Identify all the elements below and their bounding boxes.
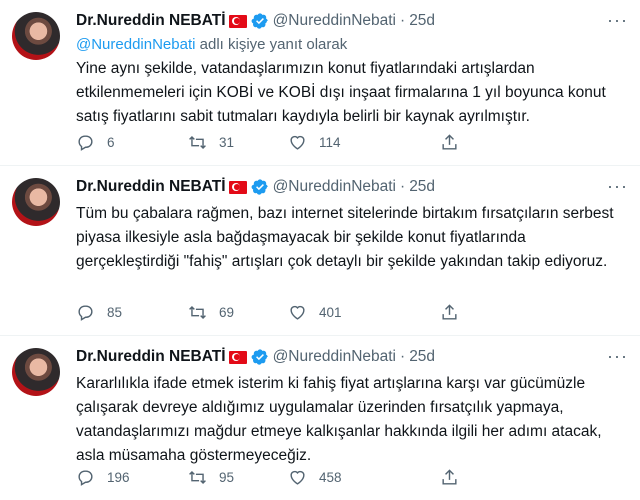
tweet-timestamp[interactable]: 25d (409, 178, 435, 196)
avatar[interactable] (12, 348, 60, 396)
tweet-header: Dr.Nureddin NEBATİ @NureddinNebati · 25d… (76, 346, 628, 368)
author-handle[interactable]: @NureddinNebati (273, 12, 396, 30)
retweet-count: 31 (219, 134, 235, 150)
like-count: 114 (319, 134, 341, 150)
reply-context-label: adlı kişiye yanıt olarak (199, 36, 348, 53)
tweet[interactable]: Dr.Nureddin NEBATİ @NureddinNebati · 25d… (0, 336, 640, 500)
share-button[interactable] (440, 468, 459, 487)
like-count: 401 (319, 304, 342, 320)
tweet-header: Dr.Nureddin NEBATİ @NureddinNebati · 25d… (76, 10, 628, 32)
reply-button[interactable]: 6 (76, 133, 115, 152)
retweet-count: 69 (219, 304, 235, 320)
share-button[interactable] (440, 133, 459, 152)
reply-count: 6 (107, 134, 115, 150)
reply-count: 196 (107, 469, 130, 485)
tweet-content: Dr.Nureddin NEBATİ @NureddinNebati · 25d… (76, 346, 628, 468)
retweet-button[interactable]: 31 (188, 133, 234, 152)
separator-dot: · (400, 178, 406, 195)
heart-icon (290, 305, 305, 320)
tweet-text: Tüm bu çabalara rağmen, bazı internet si… (76, 205, 614, 270)
heart-icon (290, 470, 305, 485)
author-handle[interactable]: @NureddinNebati (273, 348, 396, 366)
tweet-actions: 196 95 458 (76, 466, 628, 488)
reply-icon (78, 304, 93, 321)
tweet-content: Dr.Nureddin NEBATİ @NureddinNebati · 25d… (76, 10, 628, 129)
tweet-text: Kararlılıkla ifade etmek isterim ki fahi… (76, 375, 602, 464)
reply-mention-link[interactable]: @NureddinNebati (76, 36, 195, 53)
retweet-count: 95 (219, 469, 235, 485)
verified-badge-icon (251, 348, 269, 366)
reply-icon (78, 469, 93, 486)
verified-badge-icon (251, 12, 269, 30)
reply-context: @NureddinNebati adlı kişiye yanıt olarak (76, 36, 628, 53)
author-name[interactable]: Dr.Nureddin NEBATİ (76, 178, 226, 196)
like-count: 458 (319, 469, 342, 485)
heart-icon (290, 135, 305, 150)
author-name[interactable]: Dr.Nureddin NEBATİ (76, 348, 226, 366)
reply-count: 85 (107, 304, 123, 320)
tweet-timestamp[interactable]: 25d (409, 12, 435, 30)
more-options-icon[interactable]: ··· (607, 346, 628, 367)
retweet-icon (189, 470, 206, 484)
retweet-button[interactable]: 69 (188, 303, 234, 322)
tweet-actions: 6 31 114 (76, 131, 628, 153)
reply-button[interactable]: 196 (76, 468, 130, 487)
share-icon (442, 133, 457, 150)
separator-dot: · (400, 348, 406, 365)
more-options-icon[interactable]: ··· (607, 10, 628, 31)
turkey-flag-icon (228, 180, 247, 194)
author-handle[interactable]: @NureddinNebati (273, 178, 396, 196)
separator-dot: · (400, 12, 406, 29)
share-icon (442, 468, 457, 485)
tweet-text: Yine aynı şekilde, vatandaşlarımızın kon… (76, 60, 606, 125)
like-button[interactable]: 114 (288, 133, 341, 152)
share-icon (442, 303, 457, 320)
reply-icon (78, 134, 93, 151)
tweet-content: Dr.Nureddin NEBATİ @NureddinNebati · 25d… (76, 176, 628, 274)
tweet[interactable]: Dr.Nureddin NEBATİ @NureddinNebati · 25d… (0, 0, 640, 166)
tweet-timestamp[interactable]: 25d (409, 348, 435, 366)
avatar[interactable] (12, 12, 60, 60)
tweet-actions: 85 69 401 (76, 301, 628, 323)
verified-badge-icon (251, 178, 269, 196)
author-name[interactable]: Dr.Nureddin NEBATİ (76, 12, 226, 30)
like-button[interactable]: 401 (288, 303, 342, 322)
more-options-icon[interactable]: ··· (607, 176, 628, 197)
tweet[interactable]: Dr.Nureddin NEBATİ @NureddinNebati · 25d… (0, 166, 640, 336)
retweet-button[interactable]: 95 (188, 468, 234, 487)
turkey-flag-icon (228, 350, 247, 364)
like-button[interactable]: 458 (288, 468, 342, 487)
retweet-icon (189, 135, 206, 149)
share-button[interactable] (440, 303, 459, 322)
reply-button[interactable]: 85 (76, 303, 122, 322)
retweet-icon (189, 305, 206, 319)
tweet-header: Dr.Nureddin NEBATİ @NureddinNebati · 25d… (76, 176, 628, 198)
turkey-flag-icon (228, 14, 247, 28)
avatar[interactable] (12, 178, 60, 226)
